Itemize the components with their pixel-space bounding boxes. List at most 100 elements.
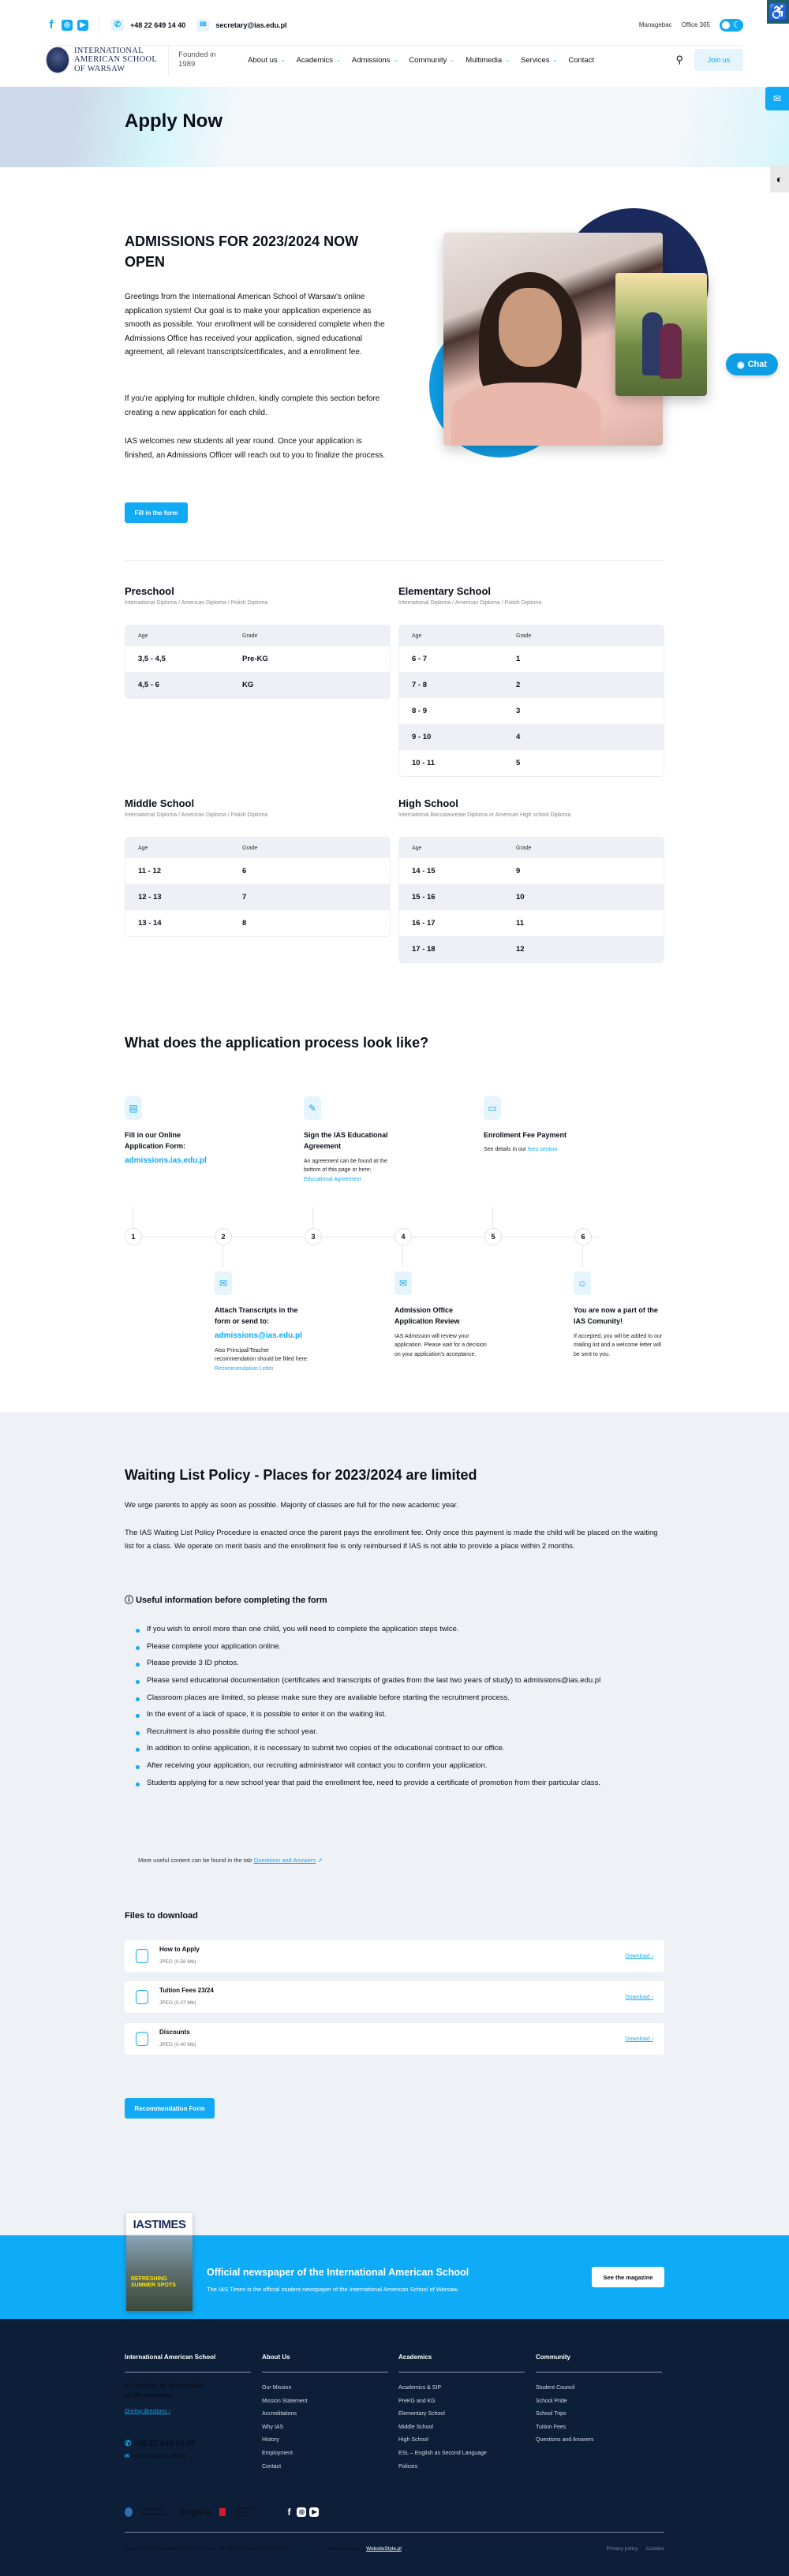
footer-link[interactable]: PreKG and KG [398,2395,525,2409]
page-title: Apply Now [125,110,222,132]
fees-section-link[interactable]: fees section [528,1147,557,1152]
privacy-policy-link[interactable]: Privacy policy [607,2546,638,2552]
footer-link[interactable]: School Trips [536,2408,662,2421]
office365-link[interactable]: Office 365 [682,21,710,28]
footer-link[interactable]: Contact [262,2461,388,2474]
ib-logo-icon [125,2507,133,2517]
chat-button[interactable]: ◉ Chat [726,353,778,375]
nav-label: Multimedia [466,55,503,65]
search-icon[interactable]: ⚲ [675,54,683,66]
footer-link[interactable]: Elementary School [398,2408,525,2421]
instagram-icon[interactable]: ◎ [297,2507,307,2517]
phone-link[interactable]: ✆ +48 22 649 14 40 [111,18,185,32]
children-reading-photo [615,273,707,396]
cookies-link[interactable]: Cookies [646,2546,664,2552]
join-us-button[interactable]: Join us [694,49,743,71]
footer-link[interactable]: Student Council [536,2382,662,2395]
admissions-email-link[interactable]: admissions@ias.edu.pl [215,1331,302,1340]
youtube-icon[interactable]: ▶ [77,19,88,31]
dark-mode-toggle[interactable] [720,18,743,32]
footer-link[interactable]: Mission Statement [262,2395,388,2409]
email-text: secretary@ias.edu.pl [215,21,287,29]
fill-form-button[interactable]: Fill in the form [125,502,188,523]
waiting-paragraph: We urge parents to apply as soon as poss… [125,1501,458,1510]
nav-multimedia[interactable]: Multimedia ⌄ [466,56,510,65]
accessibility-icon[interactable]: ♿ [767,0,789,24]
file-name: How to Apply [159,1945,200,1953]
step-title: Attach Transcripts in the form or send t… [215,1306,298,1326]
websitestyle-link[interactable]: WebsiteStyle.pl [366,2546,402,2552]
step-title: Sign the IAS Educational Agreement [304,1131,388,1151]
download-link[interactable]: Download › [626,1995,653,2000]
file-item: Discounts JPEG (0.40 Mb) Download › [125,2023,664,2055]
step-text: If accepted, you will be added to our ma… [574,1333,663,1357]
recommendation-form-button[interactable]: Recommendation Form [125,2098,215,2119]
process-step-6: ☺ You are now a part of the IAS Comunity… [574,1271,668,1359]
chevron-down-icon: ⌄ [552,58,558,63]
newsletter-mail-button[interactable]: ✉ [765,87,789,110]
step-number: 1 [125,1228,142,1245]
footer-col-school: International American School ul. Dembeg… [125,2354,251,2459]
footer-link[interactable]: Why IAS [262,2421,388,2435]
footer-link[interactable]: Middle School [398,2421,525,2435]
footer-link[interactable]: Questions and Answers [536,2434,662,2447]
newspaper-text: The IAS Times is the official student ne… [207,2286,459,2293]
nav-admissions[interactable]: Admissions ⌄ [352,56,398,65]
youtube-icon[interactable]: ▶ [309,2507,320,2517]
facebook-icon[interactable]: f [284,2507,294,2518]
nav-academics[interactable]: Academics ⌄ [297,56,341,65]
footer-link[interactable]: History [262,2434,388,2447]
driving-directions-link[interactable]: Driving directions › [125,2409,251,2414]
website-credit: Website pages – WebsiteStyle.pl [327,2546,402,2552]
footer-link[interactable]: School Pride [536,2395,662,2409]
footer-link[interactable]: Policies [398,2461,525,2474]
contrast-toggle-icon[interactable]: ◐ [770,166,789,192]
cognia-logo: cognia [180,2507,211,2517]
educational-agreement-link[interactable]: Educational Agreement [304,1177,361,1182]
step-text: IAS Admission will review your applicati… [394,1333,487,1357]
footer-phone[interactable]: ✆ +48 22 649 14 40 [125,2440,251,2448]
qa-link[interactable]: Questions and Answers [253,1857,316,1864]
table-title: Elementary School [398,585,492,597]
process-title: What does the application process look l… [125,1035,429,1051]
footer-link[interactable]: Our Mission [262,2382,388,2395]
footer-link[interactable]: Employment [262,2447,388,2461]
timeline-connector [582,1245,583,1267]
footer-link[interactable]: High School [398,2434,525,2447]
admissions-portal-link[interactable]: admissions.ias.edu.pl [125,1156,207,1165]
see-magazine-button[interactable]: See the magazine [592,2267,664,2287]
footer-link[interactable]: Accreditations [262,2408,388,2421]
download-link[interactable]: Download › [626,2037,653,2042]
table-row: 14 - 15 9 [412,867,521,875]
footer-link[interactable]: Academics & SIP [398,2382,525,2395]
newspaper-title: Official newspaper of the International … [207,2267,469,2278]
table-title: Middle School [125,797,195,809]
nav-services[interactable]: Services ⌄ [521,56,557,65]
managebac-link[interactable]: Managebac [639,21,672,28]
table-row: 10 - 11 5 [412,759,521,767]
footer-link[interactable]: Tuition Fees [536,2421,662,2435]
copyright-text: Copyright International American School.… [125,2546,289,2552]
zip-file-icon [136,1949,148,1963]
facebook-icon[interactable]: f [46,18,57,32]
nav-contact[interactable]: Contact [568,56,594,65]
email-link[interactable]: ✉ secretary@ias.edu.pl [196,18,287,32]
footer-link[interactable]: ESL – English as Second Language [398,2447,525,2461]
table-header: Age Grade [125,838,390,858]
download-link[interactable]: Download › [626,1954,653,1959]
instagram-icon[interactable]: ◎ [62,19,73,31]
process-step-4: ✉ Admission Office Application Review IA… [394,1271,489,1359]
school-logo[interactable]: International American School Of Warsaw [46,43,170,77]
info-heading: ⓘ Useful information before completing t… [125,1593,327,1606]
recommendation-letter-link[interactable]: Recommendation Letter [215,1366,274,1372]
more-text: More useful content can be found in the … [138,1857,252,1864]
logo-line-3: Of Warsaw [74,64,125,73]
nav-community[interactable]: Community ⌄ [409,56,454,65]
files-title: Files to download [125,1911,198,1921]
nav-about-us[interactable]: About us ⌄ [248,56,285,65]
messenger-icon: ◉ [736,360,745,370]
address-line: 02-796, Warszawa [125,2392,172,2399]
magazine-cover[interactable]: IASTIMES REFRESHING SUMMER SPOTS [126,2213,193,2311]
step-number: 5 [484,1228,502,1245]
footer-email[interactable]: ✉ secretary@ias.edu.pl [125,2453,251,2459]
